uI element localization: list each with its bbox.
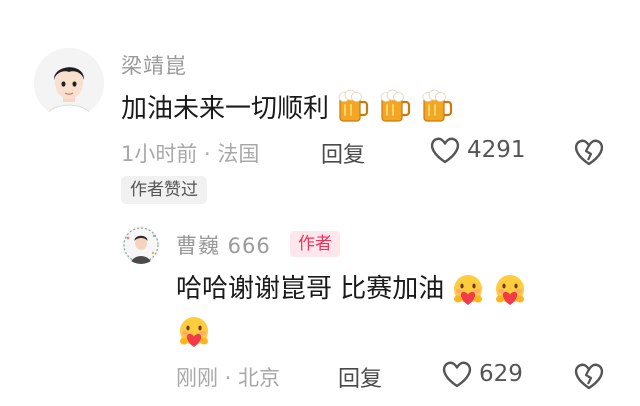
reply-text-block: 哈哈谢谢崑哥 比赛加油	[176, 268, 596, 352]
comment-text-row: 加油未来一切顺利	[121, 86, 455, 126]
beer-mug-icon	[335, 88, 371, 124]
reply-button[interactable]: 回复	[321, 137, 365, 169]
broken-heart-icon[interactable]	[573, 138, 605, 166]
reply-time-location: 刚刚 · 北京	[176, 366, 281, 390]
reply-meta-row: 刚刚 · 北京 回复 629	[176, 360, 611, 392]
reply-like-count: 629	[479, 361, 523, 387]
beer-mug-icon	[419, 88, 455, 124]
heart-outline-icon	[441, 360, 473, 388]
hugging-face-icon	[492, 272, 528, 308]
comment-username[interactable]: 梁靖崑	[121, 50, 187, 80]
beer-mug-icon	[377, 88, 413, 124]
comment-text: 加油未来一切顺利	[121, 93, 330, 124]
reply-like-button[interactable]: 629	[441, 360, 523, 388]
comment-time-location: 1小时前 · 法国	[121, 142, 260, 166]
hugging-face-icon	[176, 314, 212, 350]
like-count: 4291	[467, 137, 526, 163]
broken-heart-icon[interactable]	[573, 362, 605, 390]
author-liked-badge: 作者赞过	[121, 176, 207, 204]
reply-avatar[interactable]	[122, 226, 160, 264]
like-button[interactable]: 4291	[429, 136, 526, 164]
comment-meta-row: 1小时前 · 法国 回复 4291	[121, 136, 611, 168]
reply-text: 哈哈谢谢崑哥 比赛加油	[176, 274, 445, 304]
avatar[interactable]	[34, 48, 104, 118]
heart-outline-icon	[429, 136, 461, 164]
reply-reply-button[interactable]: 回复	[338, 361, 382, 393]
author-tag-badge: 作者	[290, 231, 340, 257]
hugging-face-icon	[450, 272, 486, 308]
reply-username[interactable]: 曹巍 666	[176, 230, 271, 260]
